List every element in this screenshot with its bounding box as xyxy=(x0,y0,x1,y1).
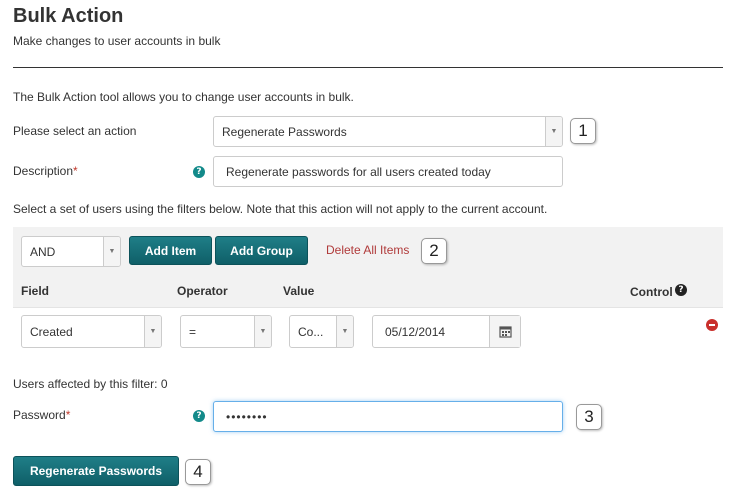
filter-date-input[interactable]: 05/12/2014 xyxy=(372,315,521,348)
callout-3: 3 xyxy=(576,404,602,430)
password-label: Password* xyxy=(13,408,71,422)
help-icon[interactable]: ? xyxy=(193,166,205,178)
chevron-down-icon[interactable]: ▼ xyxy=(545,117,562,146)
remove-filter-icon[interactable] xyxy=(706,319,718,331)
page-subtitle: Make changes to user accounts in bulk xyxy=(13,34,221,48)
required-mark: * xyxy=(65,408,71,422)
regenerate-passwords-button[interactable]: Regenerate Passwords xyxy=(13,456,179,486)
chevron-down-icon[interactable]: ▼ xyxy=(144,316,161,347)
callout-2: 2 xyxy=(421,238,447,264)
affected-users-text: Users affected by this filter: 0 xyxy=(13,377,168,391)
filter-date-value: 05/12/2014 xyxy=(385,324,446,339)
calendar-icon[interactable] xyxy=(489,316,520,347)
filter-comparison-select[interactable]: Co... ▼ xyxy=(289,315,354,348)
header-control: Control xyxy=(630,285,673,299)
logic-select-value: AND xyxy=(30,244,56,259)
chevron-down-icon[interactable]: ▼ xyxy=(254,316,271,347)
action-select[interactable]: Regenerate Passwords ▼ xyxy=(213,116,563,147)
action-label: Please select an action xyxy=(13,124,137,138)
description-label: Description* xyxy=(13,164,78,178)
page-title: Bulk Action xyxy=(13,5,124,27)
filter-operator-select[interactable]: = ▼ xyxy=(180,315,272,348)
filters-note: Select a set of users using the filters … xyxy=(13,202,548,216)
help-icon[interactable]: ? xyxy=(675,284,687,296)
header-divider xyxy=(13,307,723,308)
description-input[interactable]: Regenerate passwords for all users creat… xyxy=(213,156,563,187)
add-group-button[interactable]: Add Group xyxy=(215,236,308,265)
chevron-down-icon[interactable]: ▼ xyxy=(336,316,353,347)
password-input[interactable]: •••••••• xyxy=(213,401,563,432)
action-select-value: Regenerate Passwords xyxy=(222,124,347,139)
header-operator: Operator xyxy=(177,284,228,298)
chevron-down-icon[interactable]: ▼ xyxy=(103,237,120,266)
header-field: Field xyxy=(21,284,50,298)
add-item-button[interactable]: Add Item xyxy=(129,236,212,265)
header-divider xyxy=(13,67,723,68)
intro-text: The Bulk Action tool allows you to chang… xyxy=(13,90,354,104)
filter-field-value: Created xyxy=(30,324,73,339)
help-icon[interactable]: ? xyxy=(193,410,205,422)
filter-operator-value: = xyxy=(189,324,197,339)
filter-field-select[interactable]: Created ▼ xyxy=(21,315,162,348)
callout-1: 1 xyxy=(570,118,596,144)
logic-select[interactable]: AND ▼ xyxy=(21,236,121,267)
delete-all-items-link[interactable]: Delete All Items xyxy=(326,243,409,257)
filter-comparison-value: Co... xyxy=(298,324,324,339)
callout-4: 4 xyxy=(185,459,211,485)
required-mark: * xyxy=(73,164,78,178)
header-value: Value xyxy=(283,284,315,298)
